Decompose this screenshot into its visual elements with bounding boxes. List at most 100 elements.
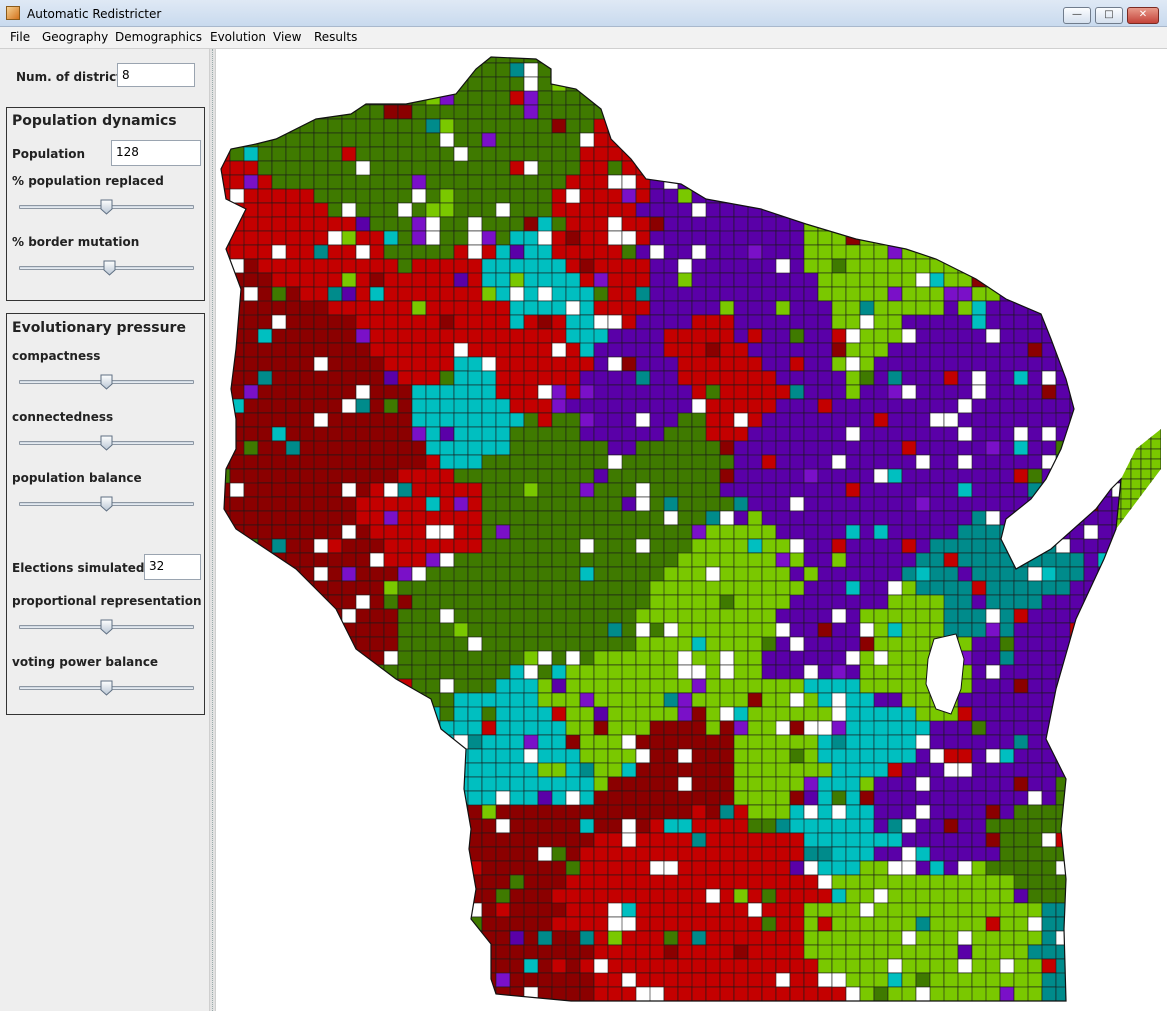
township-cell [1027,314,1043,330]
compactness-slider[interactable] [19,374,194,392]
township-cell [369,972,399,988]
township-cell [691,790,707,806]
township-cell [803,118,833,134]
voting-power-balance-slider[interactable] [19,680,194,698]
township-cell [803,370,819,386]
elections-simulated-field[interactable]: 32 [144,554,201,580]
township-cell [789,552,805,568]
township-cell [257,62,273,92]
township-cell [481,566,497,582]
township-cell [943,510,959,526]
township-cell [341,692,357,708]
township-cell [537,538,553,554]
township-cell [1069,552,1085,568]
township-cell [621,370,637,386]
township-cell [1126,693,1140,707]
township-cell [929,552,945,568]
slider-thumb[interactable] [100,199,113,215]
close-button[interactable]: ✕ [1127,7,1159,24]
township-cell [439,818,469,834]
township-cell [439,188,455,204]
maximize-button[interactable]: □ [1095,7,1123,24]
township-cell [439,986,455,1001]
border-mutation-slider[interactable] [19,260,194,278]
township-cell [1097,636,1113,652]
township-cell [257,734,287,750]
township-cell [313,104,329,120]
slider-thumb[interactable] [103,260,116,276]
township-cell [1013,888,1029,904]
township-cell [845,1000,861,1001]
township-cell [761,482,777,498]
township-cell [761,174,777,190]
township-cell [327,384,343,400]
township-cell [1140,301,1154,315]
wisconsin-district-map[interactable] [216,49,1167,1011]
township-cell [327,902,357,918]
district-map-view[interactable] [216,49,1167,1011]
township-cell [1126,217,1154,231]
proportional-representation-slider[interactable] [19,619,194,637]
menu-geography[interactable]: Geography [42,30,108,44]
township-cell [887,314,903,330]
township-cell [1097,930,1121,946]
township-cell [985,160,1015,176]
township-cell [677,314,693,330]
slider-thumb[interactable] [100,680,113,696]
township-cell [733,790,749,806]
township-cell [915,888,931,904]
java-app-icon [6,6,20,20]
township-cell [943,230,959,246]
township-cell [663,720,679,736]
township-cell [775,720,791,736]
township-cell [803,356,819,372]
township-cell [971,104,987,120]
township-cell [537,57,553,64]
township-cell [229,818,259,834]
township-cell [1055,370,1071,386]
township-cell [1083,916,1099,932]
township-cell [299,76,315,92]
menu-file[interactable]: File [10,30,30,44]
township-cell [397,650,413,666]
population-balance-slider[interactable] [19,496,194,514]
township-cell [509,57,525,64]
township-cell [1111,594,1121,610]
township-cell [873,258,889,274]
slider-thumb[interactable] [100,619,113,635]
num-districts-field[interactable]: 8 [117,63,195,87]
menu-demographics[interactable]: Demographics [115,30,202,44]
slider-thumb[interactable] [100,374,113,390]
township-cell [915,62,931,78]
menu-evolution[interactable]: Evolution [210,30,266,44]
township-cell [1140,693,1154,707]
menu-results[interactable]: Results [314,30,357,44]
township-cell [957,118,987,148]
township-cell [355,1000,385,1001]
population-field[interactable]: 128 [111,140,201,166]
township-cell [1083,776,1099,792]
township-cell [705,104,721,120]
township-cell [537,804,553,820]
connectedness-slider[interactable] [19,435,194,453]
township-cell [1097,272,1121,302]
slider-thumb[interactable] [100,435,113,451]
minimize-button[interactable]: — [1063,7,1091,24]
township-cell [1083,986,1113,1001]
township-cell [355,874,371,890]
township-cell [831,594,847,610]
township-cell [1126,931,1140,959]
township-cell [285,384,301,400]
township-cell [733,216,749,232]
split-pane-divider[interactable] [209,49,216,1011]
township-cell [341,916,371,946]
population-replaced-slider[interactable] [19,199,194,217]
township-cell [663,146,679,162]
township-cell [551,286,567,302]
menu-view[interactable]: View [273,30,301,44]
township-cell [313,552,329,568]
township-cell [509,818,525,834]
township-cell [1140,429,1152,440]
township-cell [565,874,581,890]
slider-thumb[interactable] [100,496,113,512]
